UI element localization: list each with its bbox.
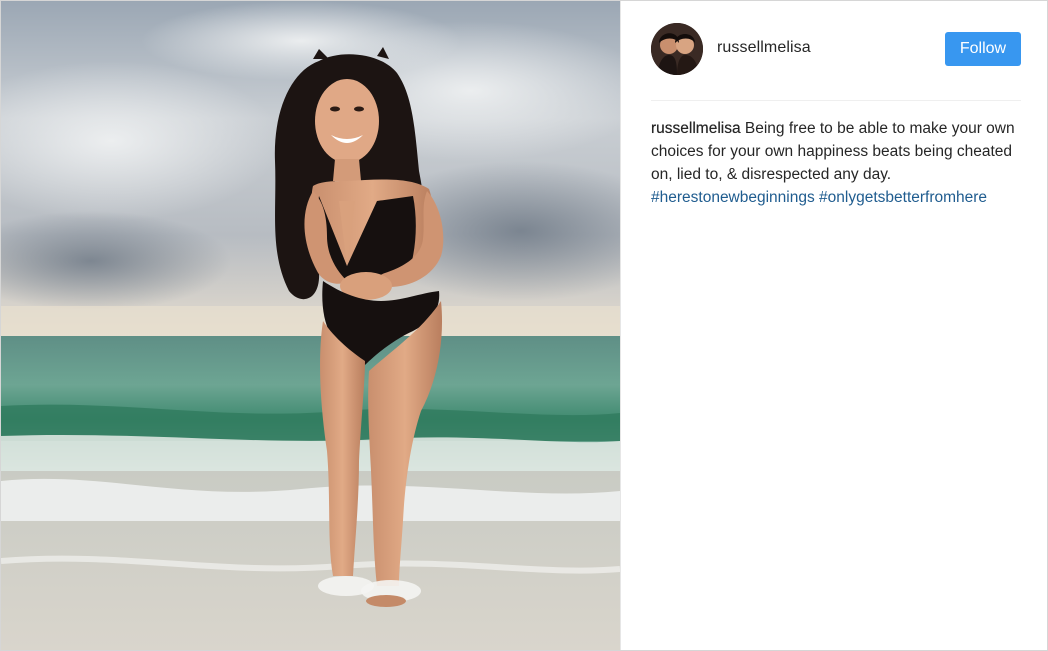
follow-button[interactable]: Follow — [945, 32, 1021, 66]
post-details-panel: russellmelisa Follow russellmelisa Being… — [620, 1, 1047, 650]
hashtag-link[interactable]: #herestonewbeginnings — [651, 189, 815, 206]
hashtag-link[interactable]: #onlygetsbetterfromhere — [819, 189, 987, 206]
post-photo[interactable] — [1, 1, 620, 650]
post-header: russellmelisa Follow — [651, 1, 1021, 101]
post-caption: russellmelisa Being free to be able to m… — [651, 117, 1031, 209]
instagram-post: russellmelisa Follow russellmelisa Being… — [0, 0, 1048, 651]
avatar[interactable] — [651, 23, 703, 75]
post-username[interactable]: russellmelisa — [717, 39, 811, 57]
caption-username[interactable]: russellmelisa — [651, 120, 741, 137]
